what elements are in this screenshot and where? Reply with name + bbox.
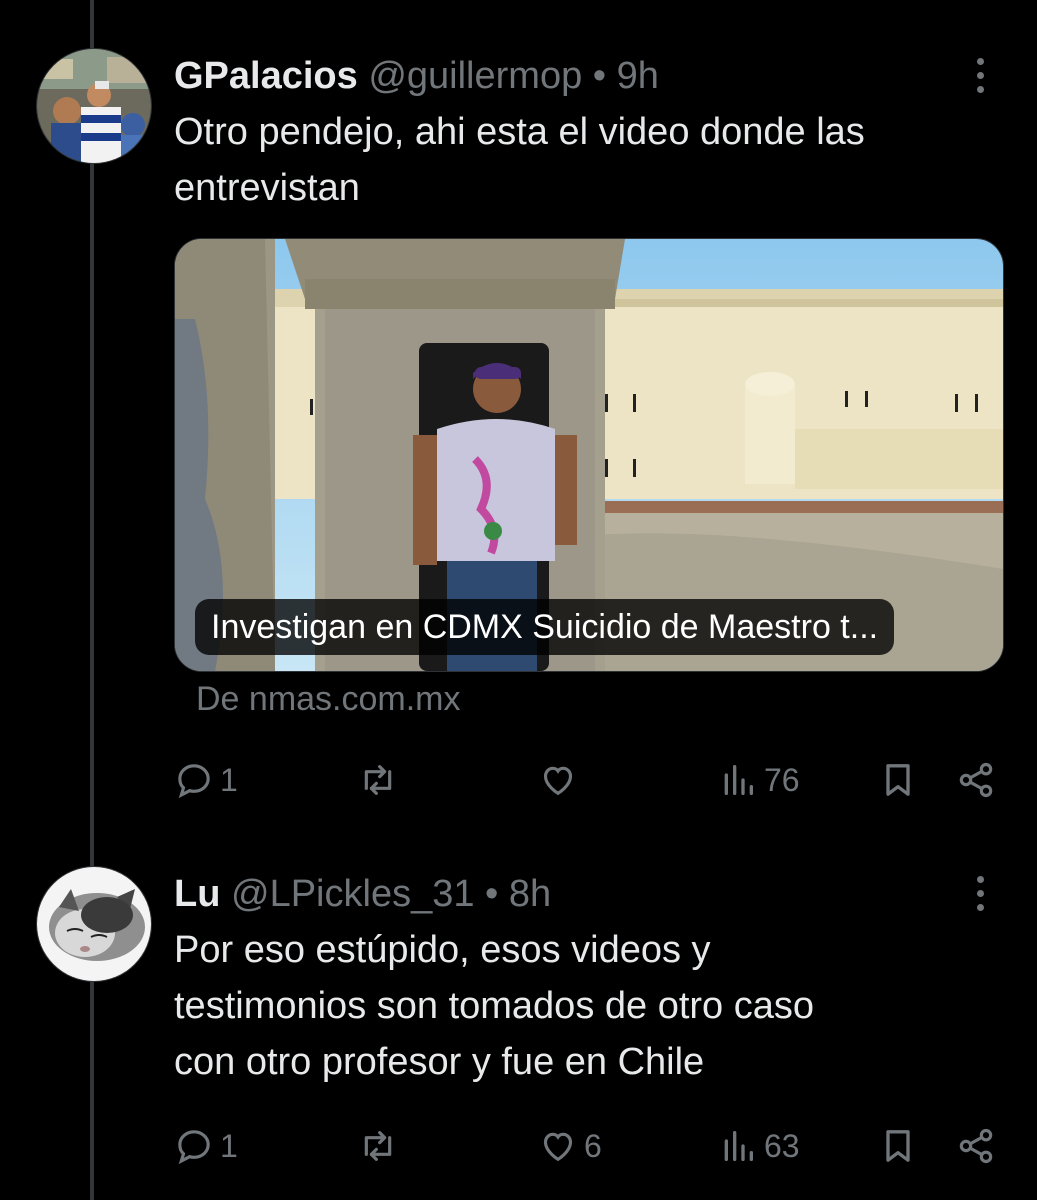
- repost-button[interactable]: [358, 1116, 404, 1176]
- tweet-text: Otro pendejo, ahi esta el video donde la…: [174, 111, 865, 209]
- bookmark-button[interactable]: [878, 1116, 918, 1176]
- timestamp[interactable]: 9h: [617, 55, 659, 97]
- views-button[interactable]: 63: [718, 1116, 800, 1176]
- share-icon: [959, 1128, 993, 1164]
- like-icon: [543, 766, 573, 796]
- views-count: 76: [764, 761, 800, 798]
- like-button[interactable]: [538, 750, 584, 810]
- user-handle[interactable]: @guillermop: [368, 55, 582, 97]
- share-button[interactable]: [956, 1116, 996, 1176]
- tweet-header: Lu @LPickles_31 • 8h: [174, 872, 551, 916]
- separator: •: [592, 55, 607, 97]
- timestamp[interactable]: 8h: [509, 873, 551, 915]
- reply-icon: [178, 764, 210, 799]
- tweet-header: GPalacios @guillermop • 9h: [174, 54, 659, 98]
- like-button[interactable]: 6: [538, 1116, 602, 1176]
- reply-button[interactable]: 1: [174, 750, 238, 810]
- share-icon: [959, 762, 993, 798]
- repost-icon: [364, 765, 392, 795]
- tweet-text: Por eso estúpido, esos videos y testimon…: [174, 929, 815, 1083]
- repost-icon: [364, 1131, 392, 1161]
- bookmark-button[interactable]: [878, 750, 918, 810]
- views-icon: [724, 765, 753, 795]
- user-handle[interactable]: @LPickles_31: [231, 873, 474, 915]
- reply-button[interactable]: 1: [174, 1116, 238, 1176]
- views-icon: [724, 1131, 753, 1161]
- share-button[interactable]: [956, 750, 996, 810]
- tweet-actions: 1 76: [174, 750, 1004, 810]
- link-card[interactable]: Investigan en CDMX Suicidio de Maestro t…: [174, 238, 1004, 672]
- repost-button[interactable]: [358, 750, 404, 810]
- avatar[interactable]: [36, 48, 152, 164]
- reply-count: 1: [220, 761, 238, 798]
- reply-count: 1: [220, 1127, 238, 1164]
- bookmark-icon: [886, 764, 910, 796]
- views-count: 63: [764, 1127, 800, 1164]
- more-icon[interactable]: [968, 872, 992, 916]
- display-name[interactable]: Lu: [174, 873, 220, 915]
- views-button[interactable]: 76: [718, 750, 800, 810]
- tweet-actions: 1 6 63: [174, 1116, 1004, 1176]
- card-source[interactable]: De nmas.com.mx: [196, 680, 461, 719]
- thread-line: [90, 0, 94, 1200]
- bookmark-icon: [886, 1130, 910, 1162]
- like-count: 6: [584, 1127, 602, 1164]
- card-title: Investigan en CDMX Suicidio de Maestro t…: [195, 599, 895, 655]
- separator: •: [485, 873, 499, 915]
- more-icon[interactable]: [968, 54, 992, 98]
- reply-icon: [178, 1130, 210, 1165]
- display-name[interactable]: GPalacios: [174, 55, 358, 97]
- like-icon: [543, 1132, 573, 1162]
- avatar[interactable]: [36, 866, 152, 982]
